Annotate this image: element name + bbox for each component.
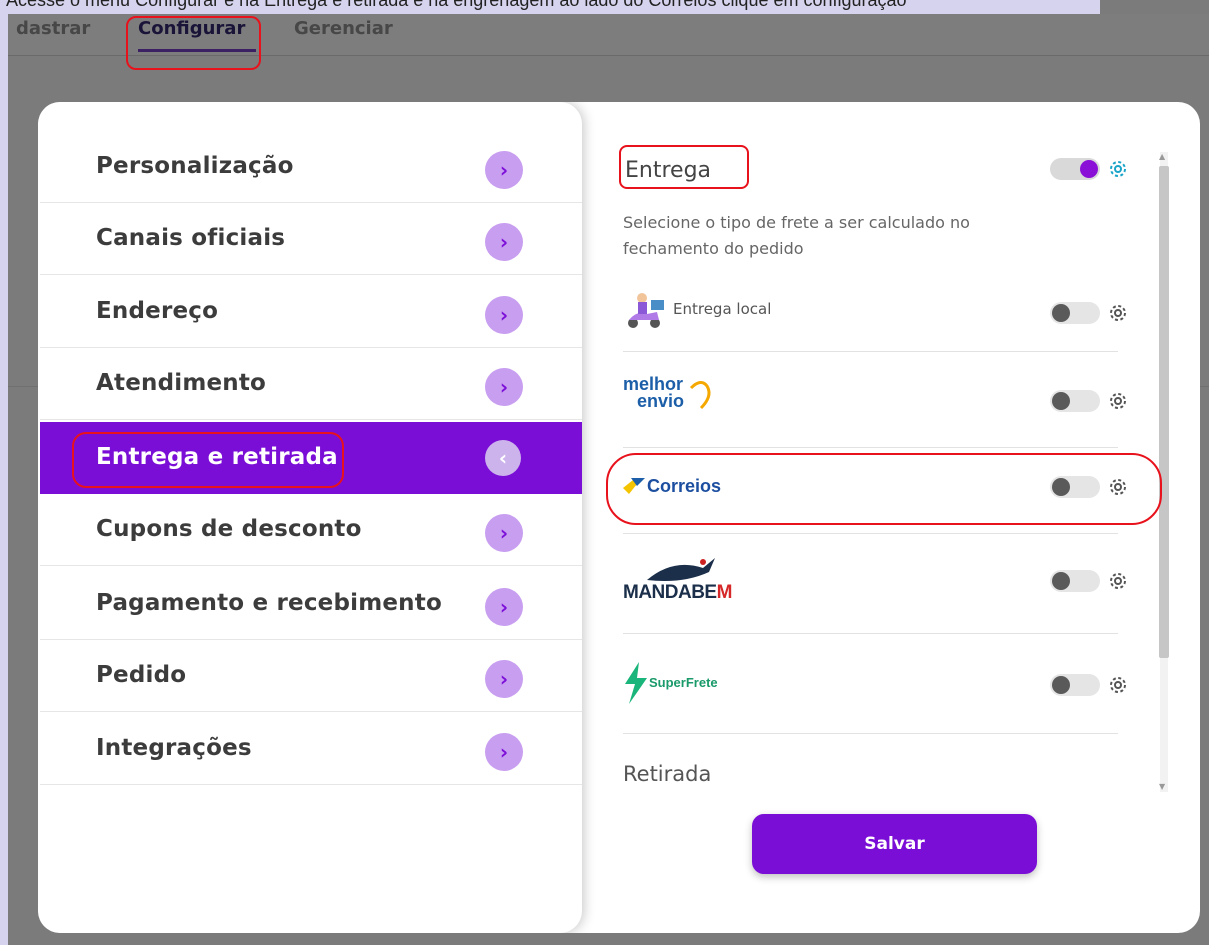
provider-label: Entrega local [673, 300, 772, 318]
save-button[interactable]: Salvar [752, 814, 1037, 874]
sidebar-item-label: Endereço [96, 298, 219, 324]
provider-row-melhor-envio: melhor envio [623, 352, 1126, 448]
tab-cadastrar[interactable]: dastrar [16, 18, 90, 39]
sidebar-item-label: Atendimento [96, 370, 267, 396]
delivery-description: Selecione o tipo de frete a ser calculad… [623, 213, 970, 258]
top-nav: dastrar Configurar Gerenciar [8, 14, 1209, 56]
gear-icon[interactable] [1106, 569, 1130, 593]
superfrete-logo: SuperFrete [623, 662, 753, 704]
superfrete-toggle[interactable] [1050, 674, 1100, 696]
sidebar-item-entrega-retirada[interactable]: Entrega e retirada ‹ [40, 422, 582, 494]
delivery-scooter-icon [628, 293, 664, 328]
chevron-right-icon[interactable]: › [485, 588, 523, 626]
sidebar-item-label: Cupons de desconto [96, 516, 362, 542]
delivery-settings-panel: Entrega Selecione o tipo de frete a ser … [582, 102, 1200, 933]
settings-modal: Personalização › Canais oficiais › Ender… [38, 102, 1200, 933]
entrega-local-toggle[interactable] [1050, 302, 1100, 324]
sidebar-item-label: Canais oficiais [96, 225, 286, 251]
chevron-right-icon[interactable]: › [485, 296, 523, 334]
delivery-toggle[interactable] [1050, 158, 1100, 180]
provider-row-mandabem: MANDABEM [623, 534, 1126, 634]
sidebar-item-personalizacao[interactable]: Personalização › [40, 131, 582, 203]
active-tab-underline [138, 49, 256, 52]
provider-row-superfrete: SuperFrete [623, 634, 1126, 734]
sidebar-item-label: Entrega e retirada [96, 444, 338, 470]
sidebar-item-endereco[interactable]: Endereço › [40, 276, 582, 348]
sidebar-item-pagamento[interactable]: Pagamento e recebimento › [40, 568, 582, 640]
instruction-banner: Acesse o menu Configurar e na Entrega e … [0, 0, 1100, 14]
gear-icon[interactable] [1106, 157, 1130, 181]
sidebar-item-label: Personalização [96, 153, 294, 179]
chevron-right-icon[interactable]: › [485, 368, 523, 406]
sidebar-item-label: Pedido [96, 662, 187, 688]
page-edge [0, 0, 8, 945]
scroll-down-icon[interactable]: ▼ [1159, 782, 1165, 791]
sidebar-item-cupons[interactable]: Cupons de desconto › [40, 494, 582, 566]
sidebar-item-pedido[interactable]: Pedido › [40, 640, 582, 712]
pickup-section-title: Retirada [623, 762, 712, 786]
sidebar-item-integracoes[interactable]: Integrações › [40, 713, 582, 785]
scroll-up-icon[interactable]: ▲ [1159, 152, 1165, 161]
gear-icon[interactable] [1106, 673, 1130, 697]
chevron-right-icon[interactable]: › [485, 151, 523, 189]
tab-gerenciar[interactable]: Gerenciar [294, 18, 393, 39]
mandabem-logo: MANDABEM [623, 554, 743, 606]
scrollbar-thumb[interactable] [1159, 166, 1169, 658]
correios-logo: Correios [623, 472, 743, 502]
chevron-right-icon[interactable]: › [485, 660, 523, 698]
sidebar-item-label: Integrações [96, 735, 252, 761]
provider-row-entrega-local: Entrega local [623, 282, 1126, 352]
panel-scrollbar[interactable]: ▲ ▼ [1156, 152, 1170, 792]
chevron-right-icon[interactable]: › [485, 733, 523, 771]
correios-gear-icon[interactable] [1106, 475, 1130, 499]
chevron-right-icon[interactable]: › [485, 514, 523, 552]
mandabem-toggle[interactable] [1050, 570, 1100, 592]
sidebar-item-label: Pagamento e recebimento [96, 590, 442, 616]
gear-icon[interactable] [1106, 389, 1130, 413]
provider-row-correios: Correios [623, 448, 1126, 534]
settings-sidebar: Personalização › Canais oficiais › Ender… [38, 102, 582, 933]
delivery-section-title: Entrega [625, 158, 712, 183]
melhor-envio-toggle[interactable] [1050, 390, 1100, 412]
tab-configurar[interactable]: Configurar [138, 18, 245, 39]
chevron-right-icon[interactable]: › [485, 223, 523, 261]
sidebar-item-canais-oficiais[interactable]: Canais oficiais › [40, 203, 582, 275]
chevron-left-icon[interactable]: ‹ [485, 440, 521, 476]
correios-toggle[interactable] [1050, 476, 1100, 498]
melhor-envio-logo: melhor envio [623, 374, 723, 420]
gear-icon[interactable] [1106, 301, 1130, 325]
sidebar-item-atendimento[interactable]: Atendimento › [40, 348, 582, 420]
